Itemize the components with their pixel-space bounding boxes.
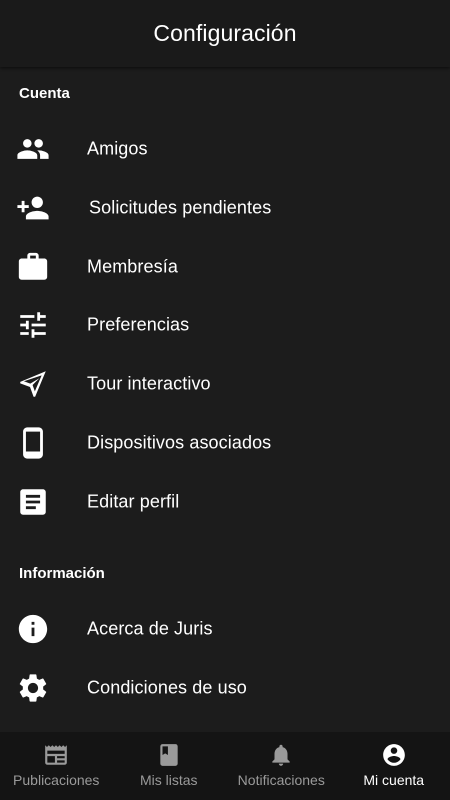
menu-item-acerca[interactable]: Acerca de Juris [0,600,450,658]
nav-label: Mis listas [139,772,198,788]
smartphone-icon [16,426,50,460]
newspaper-icon [43,742,69,768]
bottom-navigation: Publicaciones Mis listas Notificaciones … [0,732,450,800]
menu-item-label: Acerca de Juris [87,618,213,639]
bell-icon [268,742,294,768]
menu-item-dispositivos[interactable]: Dispositivos asociados [0,414,450,472]
gear-icon [16,671,50,705]
nav-label: Publicaciones [13,772,100,788]
menu-item-label: Solicitudes pendientes [89,197,272,218]
settings-screen: Configuración Cuenta Amigos Solicitudes … [0,0,450,800]
menu-item-label: Amigos [87,138,148,159]
tune-sliders-icon [16,308,50,342]
person-add-icon [16,191,50,225]
send-paper-plane-icon [16,367,50,401]
menu-item-membresia[interactable]: Membresía [0,238,450,296]
account-circle-icon [381,742,407,768]
menu-item-condiciones[interactable]: Condiciones de uso [0,659,450,717]
nav-item-mi-cuenta[interactable]: Mi cuenta [338,732,450,800]
nav-item-publicaciones[interactable]: Publicaciones [0,732,113,800]
nav-item-notificaciones[interactable]: Notificaciones [225,732,338,800]
menu-item-label: Preferencias [87,314,190,335]
page-title: Configuración [153,20,297,46]
menu-item-amigos[interactable]: Amigos [0,120,450,178]
menu-item-editar-perfil[interactable]: Editar perfil [0,473,450,531]
menu-item-label: Condiciones de uso [87,677,247,698]
section-title-account: Cuenta [19,85,70,102]
menu-item-label: Tour interactivo [87,373,211,394]
menu-item-tour[interactable]: Tour interactivo [0,355,450,413]
menu-item-label: Dispositivos asociados [87,432,272,453]
menu-item-label: Membresía [87,256,178,277]
section-title-info: Información [19,565,105,582]
menu-item-label: Editar perfil [87,491,180,512]
nav-label: Mi cuenta [363,772,425,788]
people-icon [16,132,50,166]
document-icon [16,485,50,519]
nav-item-mis-listas[interactable]: Mis listas [113,732,226,800]
info-icon [16,612,50,646]
book-icon [156,742,182,768]
menu-item-preferencias[interactable]: Preferencias [0,296,450,354]
app-bar: Configuración [0,0,450,67]
briefcase-icon [16,250,50,284]
menu-item-solicitudes[interactable]: Solicitudes pendientes [0,179,450,237]
nav-label: Notificaciones [237,772,325,788]
